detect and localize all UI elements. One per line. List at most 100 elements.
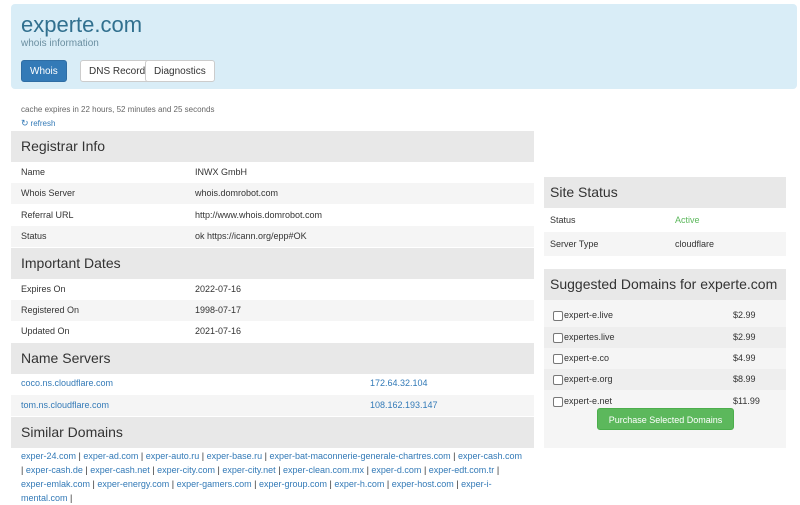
row-value: 2021-07-16	[195, 326, 242, 336]
separator: |	[421, 465, 429, 475]
list-item: expertes.live $2.99	[544, 327, 786, 348]
nameserver-ip-link[interactable]: 108.162.193.147	[370, 395, 438, 416]
tab-diagnostics[interactable]: Diagnostics	[145, 60, 215, 82]
status-badge: Active	[675, 215, 700, 225]
similar-domain-link[interactable]: exper-ad.com	[83, 451, 138, 461]
purchase-button[interactable]: Purchase Selected Domains	[597, 408, 734, 430]
nameservers-section: Name Servers coco.ns.cloudflare.com 172.6…	[11, 343, 534, 417]
similar-domain-link[interactable]: exper-emlak.com	[21, 479, 90, 489]
separator: |	[169, 479, 177, 489]
suggested-domains-panel: Suggested Domains for experte.com expert…	[544, 269, 786, 448]
similar-domain-link[interactable]: exper-city.net	[222, 465, 275, 475]
row-key: Referral URL	[21, 210, 74, 220]
cache-info: cache expires in 22 hours, 52 minutes an…	[21, 105, 215, 114]
similar-domain-link[interactable]: exper-cash.net	[90, 465, 150, 475]
row-key: Status	[21, 231, 47, 241]
list-item: expert-e.co $4.99	[544, 348, 786, 369]
similar-domain-link[interactable]: exper-cash.de	[26, 465, 83, 475]
similar-domain-link[interactable]: exper-energy.com	[97, 479, 169, 489]
row-value: whois.domrobot.com	[195, 188, 279, 198]
site-status-panel: Site Status Status Active Server Type clou…	[544, 177, 786, 256]
similar-domain-link[interactable]: exper-city.com	[157, 465, 215, 475]
list-item: expert-e.live $2.99	[544, 305, 786, 326]
similar-domain-link[interactable]: exper-host.com	[392, 479, 454, 489]
table-row: Whois Server whois.domrobot.com	[11, 183, 534, 204]
similar-domain-link[interactable]: exper-base.ru	[207, 451, 263, 461]
table-row: tom.ns.cloudflare.com 108.162.193.147	[11, 395, 534, 416]
row-key: Server Type	[550, 239, 599, 249]
separator: |	[275, 465, 284, 475]
table-row: Name INWX GmbH	[11, 162, 534, 183]
separator: |	[450, 451, 458, 461]
row-value: ok https://icann.org/epp#OK	[195, 231, 307, 241]
row-value: INWX GmbH	[195, 167, 248, 177]
row-value: http://www.whois.domrobot.com	[195, 210, 323, 220]
domain-price: $4.99	[733, 353, 756, 363]
nameserver-link[interactable]: coco.ns.cloudflare.com	[21, 373, 113, 394]
table-row: Expires On 2022-07-16	[11, 279, 534, 300]
refresh-label: refresh	[30, 119, 56, 128]
tab-whois[interactable]: Whois	[21, 60, 67, 82]
table-row: Registered On 1998-07-17	[11, 300, 534, 321]
similar-domain-link[interactable]: exper-24.com	[21, 451, 76, 461]
domain-price: $8.99	[733, 374, 756, 384]
domain-price: $2.99	[733, 332, 756, 342]
section-heading: Similar Domains	[11, 417, 534, 448]
row-key: Expires On	[21, 284, 66, 294]
table-row: Status ok https://icann.org/epp#OK	[11, 226, 534, 247]
nameserver-link[interactable]: tom.ns.cloudflare.com	[21, 395, 109, 416]
separator: |	[138, 451, 146, 461]
similar-domain-link[interactable]: exper-auto.ru	[146, 451, 200, 461]
header-panel: experte.com whois information Whois DNS …	[11, 4, 797, 89]
domain-checkbox[interactable]	[553, 354, 563, 364]
domain-name: expert-e.org	[564, 374, 613, 384]
domain-name: expert-e.co	[564, 353, 610, 363]
section-heading: Registrar Info	[11, 131, 534, 162]
table-row: coco.ns.cloudflare.com 172.64.32.104	[11, 373, 534, 394]
domain-price: $11.99	[733, 396, 760, 406]
similar-domain-link[interactable]: exper-clean.com.mx	[283, 465, 364, 475]
row-key: Whois Server	[21, 188, 76, 198]
table-row: Status Active	[544, 208, 786, 232]
row-key: Registered On	[21, 305, 80, 315]
separator: |	[453, 479, 462, 489]
separator: |	[494, 465, 500, 475]
registrar-section: Registrar Info Name INWX GmbH Whois Serve…	[11, 131, 534, 248]
domain-checkbox[interactable]	[553, 333, 563, 343]
similar-domain-link[interactable]: exper-d.com	[371, 465, 421, 475]
similar-domain-link[interactable]: exper-group.com	[259, 479, 327, 489]
table-row: Server Type cloudflare	[544, 232, 786, 256]
domain-checkbox[interactable]	[553, 397, 563, 407]
separator: |	[262, 451, 270, 461]
row-value: cloudflare	[675, 239, 715, 249]
domain-name: expertes.live	[564, 332, 615, 342]
section-heading: Important Dates	[11, 248, 534, 279]
section-heading: Suggested Domains for experte.com	[544, 269, 786, 300]
separator: |	[251, 479, 259, 489]
row-value: 2022-07-16	[195, 284, 242, 294]
section-heading: Name Servers	[11, 343, 534, 374]
domain-name: expert-e.live	[564, 310, 614, 320]
similar-section: Similar Domains	[11, 417, 534, 448]
list-item: expert-e.org $8.99	[544, 369, 786, 390]
separator: |	[384, 479, 392, 489]
similar-domain-link[interactable]: exper-cash.com	[458, 451, 522, 461]
refresh-icon: ↻	[21, 118, 29, 128]
similar-domain-link[interactable]: exper-edt.com.tr	[429, 465, 495, 475]
row-value: 1998-07-17	[195, 305, 242, 315]
section-heading: Site Status	[544, 177, 786, 208]
row-key: Updated On	[21, 326, 70, 336]
similar-domains-list: exper-24.com | exper-ad.com | exper-auto…	[21, 449, 526, 505]
page-title: experte.com	[21, 12, 143, 37]
domain-checkbox[interactable]	[553, 311, 563, 321]
similar-domain-link[interactable]: exper-bat-maconnerie-generale-chartres.c…	[270, 451, 451, 461]
refresh-link[interactable]: ↻ refresh	[21, 118, 55, 129]
domain-checkbox[interactable]	[553, 375, 563, 385]
similar-domain-link[interactable]: exper-h.com	[334, 479, 384, 489]
row-key: Status	[550, 215, 576, 225]
similar-domain-link[interactable]: exper-gamers.com	[177, 479, 252, 489]
domain-price: $2.99	[733, 310, 756, 320]
table-row: Updated On 2021-07-16	[11, 321, 534, 342]
dates-section: Important Dates Expires On 2022-07-16 Reg…	[11, 248, 534, 343]
nameserver-ip-link[interactable]: 172.64.32.104	[370, 373, 428, 394]
